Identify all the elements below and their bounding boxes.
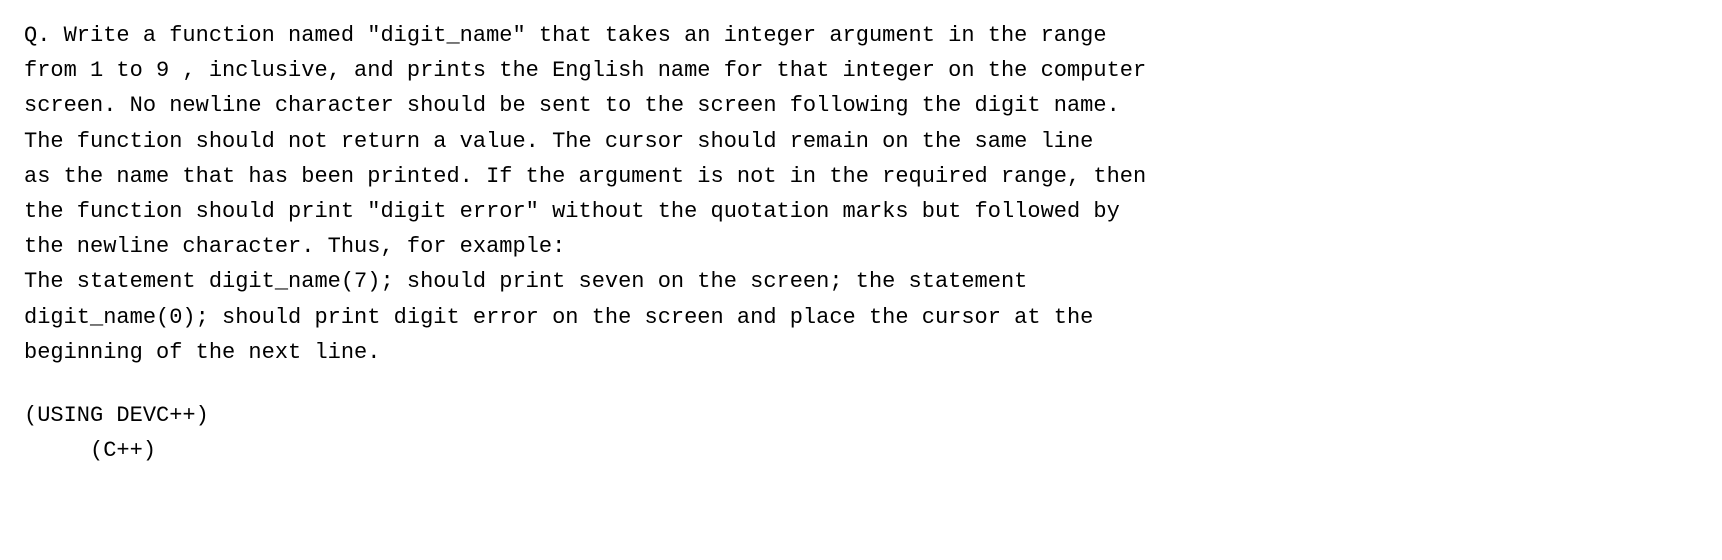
question-text: Q. Write a function named "digit_name" t… xyxy=(24,18,1698,370)
using-section: (USING DEVC++) (C++) xyxy=(24,398,1698,468)
page-container: Q. Write a function named "digit_name" t… xyxy=(24,18,1698,468)
